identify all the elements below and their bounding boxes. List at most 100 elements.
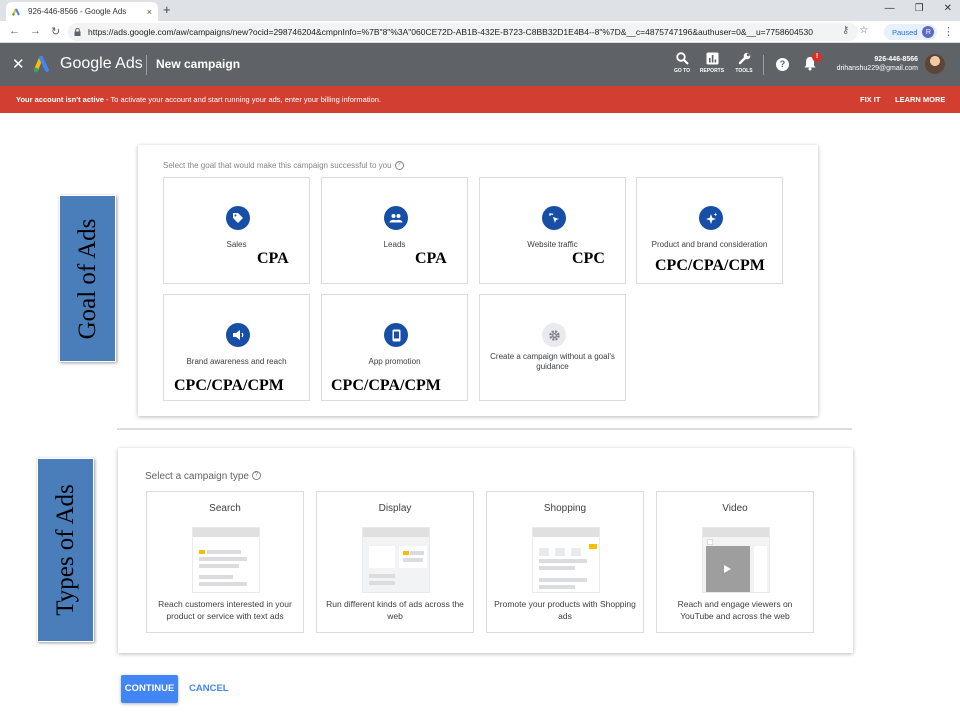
help-icon[interactable]: ? [776, 58, 789, 71]
star-icon[interactable]: ☆ [859, 25, 868, 36]
campaign-type-name: Display [378, 503, 412, 514]
bid-label-app-promotion: CPC/CPA/CPM [331, 377, 441, 394]
bid-label-website-traffic: CPC [572, 250, 605, 267]
account-inactive-alert: Your account isn't active - To activate … [0, 86, 960, 113]
campaign-type-prompt: Select a campaign type? [145, 471, 261, 482]
profile-avatar: R [922, 26, 935, 38]
section-divider [117, 428, 852, 430]
types-of-ads-text: Types of Ads [51, 484, 79, 616]
cancel-button[interactable]: CANCEL [189, 683, 229, 694]
account-email: drihanshu229@gmail.com [836, 65, 918, 72]
tag-icon [226, 206, 250, 230]
alert-message: Your account isn't active - To activate … [16, 95, 381, 104]
goal-prompt-text: Select the goal that would make this cam… [163, 161, 392, 170]
bid-label-sales: CPA [257, 250, 289, 267]
fix-it-link[interactable]: FIX IT [860, 95, 880, 104]
reload-icon[interactable]: ↻ [51, 25, 60, 38]
campaign-type-search[interactable]: Search Reach customers interested in you… [146, 491, 304, 633]
goal-of-ads-label: Goal of Ads [59, 195, 116, 362]
goal-label: Leads [383, 240, 406, 249]
header-divider [146, 55, 147, 75]
window-close-icon[interactable]: ✕ [944, 3, 952, 14]
cursor-click-icon [542, 206, 566, 230]
browser-tab-bar: 926-446-8566 - Google Ads × + — ❐ ✕ [0, 0, 960, 21]
goal-label: Website traffic [527, 240, 578, 249]
url-input[interactable]: https://ads.google.com/aw/campaigns/new?… [68, 23, 858, 41]
campaign-type-desc: Reach and engage viewers on YouTube and … [677, 599, 793, 621]
people-icon [384, 206, 408, 230]
brand-name: Google Ads [60, 55, 143, 72]
wrench-icon [738, 52, 750, 65]
new-tab-icon[interactable]: + [163, 2, 171, 17]
shopping-thumbnail [532, 527, 600, 593]
close-icon[interactable]: ✕ [12, 55, 25, 73]
google-ads-favicon-icon [12, 8, 20, 16]
address-bar: ← → ↻ https://ads.google.com/aw/campaign… [0, 21, 960, 43]
forward-icon[interactable]: → [30, 25, 41, 37]
goal-label: Brand awareness and reach [186, 357, 287, 366]
campaign-type-name: Video [722, 503, 748, 514]
google-ads-logo-icon [33, 56, 49, 73]
key-icon[interactable]: ⚷ [842, 25, 849, 36]
bid-label-brand-consideration: CPC/CPA/CPM [655, 257, 765, 274]
campaign-type-name: Shopping [543, 503, 587, 514]
goal-help-icon[interactable]: ? [394, 161, 404, 170]
account-info[interactable]: 926-446-8566 drihanshu229@gmail.com [837, 55, 918, 73]
campaign-type-help-icon[interactable]: ? [251, 471, 261, 480]
window-controls: — ❐ ✕ [885, 3, 952, 14]
back-icon[interactable]: ← [9, 25, 20, 37]
continue-button[interactable]: CONTINUE [121, 675, 178, 703]
tab-title: 926-446-8566 - Google Ads [28, 7, 127, 16]
campaign-type-name: Search [209, 503, 241, 514]
sparkle-icon [699, 206, 723, 230]
notification-badge: ! [812, 52, 822, 62]
goal-label: Create a campaign without a goal's guida… [490, 352, 615, 371]
browser-tab[interactable]: 926-446-8566 - Google Ads × [6, 2, 158, 21]
page-title: New campaign [156, 57, 241, 71]
campaign-type-video[interactable]: Video Reach and engage viewers on YouTub… [656, 491, 814, 633]
video-thumbnail [702, 527, 770, 593]
play-icon [724, 565, 731, 573]
goal-tile-no-goal[interactable]: Create a campaign without a goal's guida… [479, 294, 626, 401]
search-icon [675, 52, 689, 65]
profile-button[interactable]: Paused R [884, 24, 938, 40]
campaign-type-prompt-text: Select a campaign type [145, 471, 249, 482]
goal-label: Product and brand consideration [651, 240, 768, 249]
minimize-icon[interactable]: — [885, 3, 895, 14]
menu-icon[interactable]: ⋮ [943, 25, 954, 38]
campaign-type-display[interactable]: Display Run different kinds of ads acros… [316, 491, 474, 633]
ads-header: ✕ Google Ads New campaign GO TO REPORTS … [0, 43, 960, 86]
tools-button[interactable]: TOOLS [729, 52, 759, 74]
search-thumbnail [192, 527, 260, 593]
alert-text: - To activate your account and start run… [103, 95, 382, 104]
campaign-type-desc: Run different kinds of ads across the we… [326, 599, 464, 621]
tab-close-icon[interactable]: × [147, 7, 152, 17]
restore-icon[interactable]: ❐ [915, 3, 924, 14]
bid-label-leads: CPA [415, 250, 447, 267]
campaign-type-desc: Promote your products with Shopping ads [494, 599, 636, 621]
header-divider-2 [763, 55, 764, 75]
reports-button[interactable]: REPORTS [697, 52, 727, 74]
goal-label: Sales [226, 240, 247, 249]
goal-label: App promotion [368, 357, 421, 366]
gear-icon [542, 323, 566, 347]
learn-more-link[interactable]: LEARN MORE [895, 95, 945, 104]
goto-label: GO TO [673, 68, 691, 74]
user-avatar[interactable] [925, 54, 945, 74]
goto-button[interactable]: GO TO [667, 52, 697, 74]
phone-icon [384, 323, 408, 347]
reports-label: REPORTS [699, 68, 725, 74]
tools-label: TOOLS [735, 68, 753, 74]
goal-of-ads-text: Goal of Ads [73, 218, 101, 339]
reports-icon [706, 52, 718, 65]
campaign-type-shopping[interactable]: Shopping Promote your products with Shop… [486, 491, 644, 633]
speaker-icon [226, 323, 250, 347]
alert-bold: Your account isn't active [16, 95, 104, 104]
profile-status: Paused [892, 27, 918, 37]
url-text: https://ads.google.com/aw/campaigns/new?… [88, 27, 813, 37]
bid-label-brand-awareness: CPC/CPA/CPM [174, 377, 284, 394]
account-id: 926-446-8566 [874, 56, 918, 63]
omnibox-actions: ⚷ ☆ [842, 25, 868, 36]
goal-prompt: Select the goal that would make this cam… [163, 161, 404, 170]
types-of-ads-label: Types of Ads [37, 458, 94, 642]
